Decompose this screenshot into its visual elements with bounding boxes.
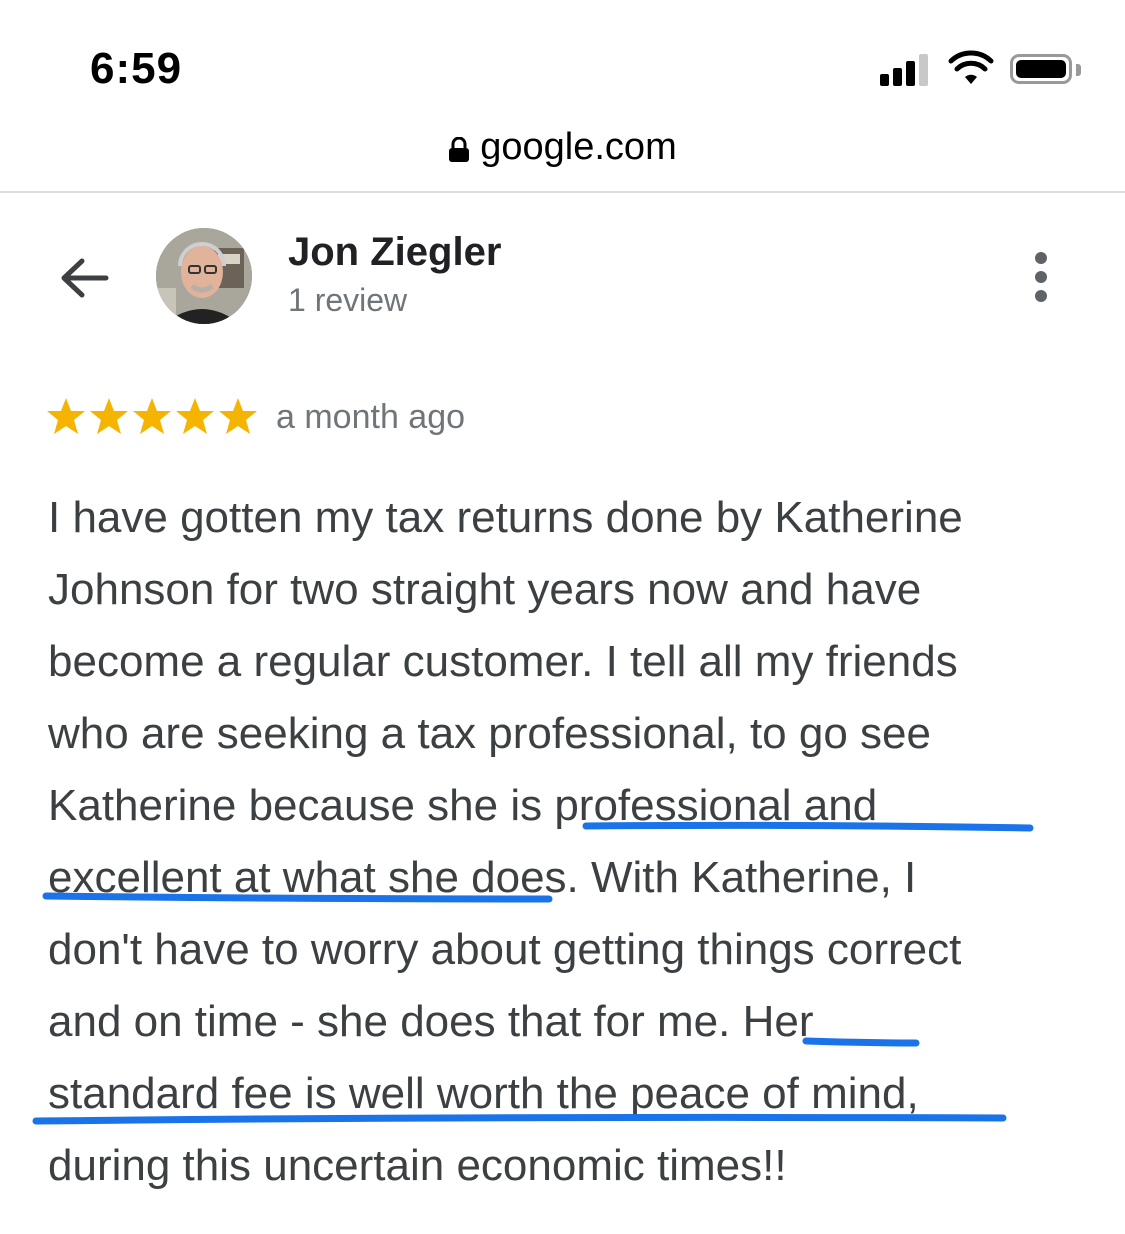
wifi-icon xyxy=(948,50,994,84)
review-time: a month ago xyxy=(276,398,466,436)
url-text: google.com xyxy=(480,126,677,168)
star-icon xyxy=(47,398,85,434)
star-icon xyxy=(219,398,257,434)
star-rating xyxy=(46,396,258,440)
review-line: I have gotten my tax returns done by Kat… xyxy=(48,493,963,542)
star-icon xyxy=(90,398,128,434)
reviewer-name[interactable]: Jon Ziegler xyxy=(288,230,501,275)
review-line: Katherine because she is professional an… xyxy=(48,781,878,830)
review-line: excellent at what she does. With Katheri… xyxy=(48,853,917,902)
avatar[interactable] xyxy=(156,228,252,324)
lock-icon xyxy=(449,136,470,162)
review-text: I have gotten my tax returns done by Kat… xyxy=(48,482,1108,1202)
more-options-icon[interactable] xyxy=(1026,250,1056,306)
signal-icon xyxy=(880,50,936,86)
avatar-photo xyxy=(156,228,252,324)
review-line: don't have to worry about getting things… xyxy=(48,925,962,974)
battery-icon xyxy=(1010,54,1072,84)
review-line: during this uncertain economic times!! xyxy=(48,1141,787,1190)
address-bar[interactable]: google.com xyxy=(0,126,1125,182)
star-icon xyxy=(176,398,214,434)
battery-level xyxy=(1016,60,1066,78)
status-icons xyxy=(880,50,1085,90)
review-line: and on time - she does that for me. Her xyxy=(48,997,814,1046)
battery-tip xyxy=(1076,64,1081,76)
star-icon xyxy=(133,398,171,434)
status-time: 6:59 xyxy=(90,44,183,93)
review-line: standard fee is well worth the peace of … xyxy=(48,1069,919,1118)
review-line: Johnson for two straight years now and h… xyxy=(48,565,922,614)
review-line: who are seeking a tax professional, to g… xyxy=(48,709,931,758)
address-bar-divider xyxy=(0,191,1125,193)
back-arrow-icon[interactable] xyxy=(56,250,112,306)
review-count: 1 review xyxy=(288,282,408,318)
review-line: become a regular customer. I tell all my… xyxy=(48,637,958,686)
